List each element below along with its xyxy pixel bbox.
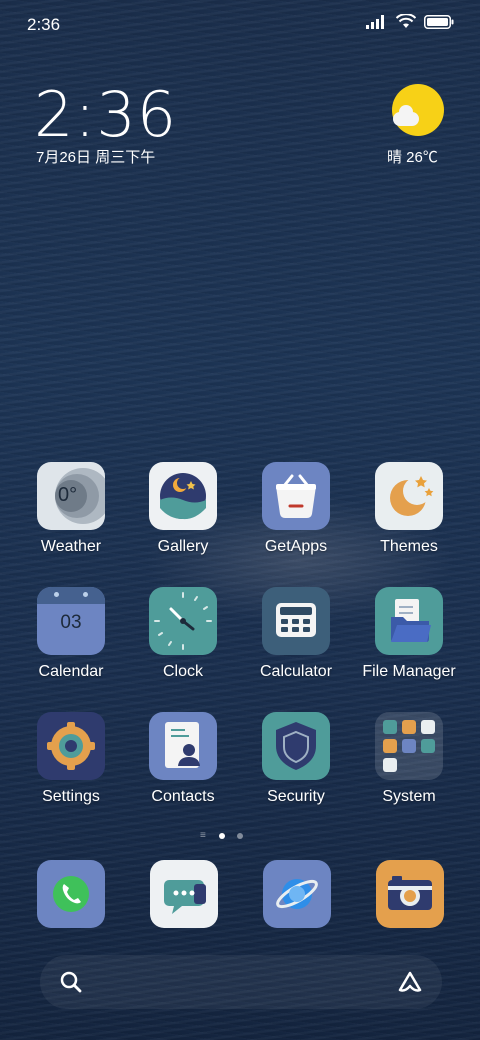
app-label: Calculator — [259, 663, 333, 680]
app-label: Contacts — [151, 788, 215, 805]
app-label: Gallery — [157, 538, 209, 555]
app-label: GetApps — [264, 538, 328, 555]
app-weather[interactable]: 0° Weather — [16, 462, 126, 556]
clock-time: 2:36 — [34, 78, 178, 151]
page-dot — [237, 833, 243, 839]
app-settings[interactable]: Settings — [16, 712, 126, 806]
app-label: Themes — [380, 538, 438, 555]
clock-date: 7月26日 周三下午 — [36, 149, 156, 166]
status-bar: 2:36 — [0, 0, 480, 50]
weather-icon-text: 0° — [58, 484, 78, 506]
themes-icon — [375, 462, 443, 530]
app-label: Settings — [42, 788, 100, 805]
dock-camera[interactable] — [376, 860, 444, 928]
calculator-icon — [262, 587, 330, 655]
settings-icon — [37, 712, 105, 780]
folder-icon — [375, 712, 443, 780]
browser-icon — [276, 879, 318, 909]
app-label: Clock — [162, 663, 203, 680]
camera-icon — [388, 876, 432, 910]
dock-messages[interactable] — [150, 860, 218, 928]
status-icons — [366, 14, 454, 29]
dock-browser[interactable] — [263, 860, 331, 928]
weather-icon: 0° — [37, 462, 105, 530]
app-label: System — [382, 788, 436, 805]
phone-icon — [53, 876, 89, 912]
status-time: 2:36 — [27, 15, 61, 34]
battery-icon — [424, 14, 454, 29]
weather-condition: 晴 26℃ — [387, 149, 438, 166]
messages-icon — [164, 880, 206, 914]
app-gallery[interactable]: Gallery — [128, 462, 238, 556]
signal-icon — [366, 14, 384, 29]
app-getapps[interactable]: GetApps — [241, 462, 351, 556]
app-contacts[interactable]: Contacts — [128, 712, 238, 806]
app-label: Calendar — [38, 663, 104, 680]
page-indicator[interactable]: ≡ — [200, 831, 250, 841]
search-bar[interactable] — [40, 955, 442, 1009]
security-icon — [262, 712, 330, 780]
gallery-icon — [149, 462, 217, 530]
cloud-icon — [393, 105, 419, 126]
calendar-icon: 03 — [37, 587, 105, 655]
file-manager-icon — [375, 587, 443, 655]
menu-icon: ≡ — [200, 830, 206, 841]
page-dot-active — [219, 833, 225, 839]
app-themes[interactable]: Themes — [354, 462, 464, 556]
getapps-icon — [262, 462, 330, 530]
search-icon[interactable] — [60, 971, 82, 993]
app-file-manager[interactable]: File Manager — [354, 587, 464, 681]
contacts-icon — [149, 712, 217, 780]
assistant-icon[interactable] — [397, 970, 423, 994]
clock-icon — [149, 587, 217, 655]
app-label: Weather — [40, 538, 102, 555]
app-calculator[interactable]: Calculator — [241, 587, 351, 681]
calendar-icon-text: 03 — [60, 612, 82, 633]
app-security[interactable]: Security — [241, 712, 351, 806]
app-calendar[interactable]: 03 Calendar — [16, 587, 126, 681]
app-label: Security — [267, 788, 325, 805]
wifi-icon — [396, 14, 416, 28]
dock-phone[interactable] — [37, 860, 105, 928]
app-label: File Manager — [362, 663, 456, 680]
app-clock[interactable]: Clock — [128, 587, 238, 681]
folder-system[interactable]: System — [354, 712, 464, 806]
